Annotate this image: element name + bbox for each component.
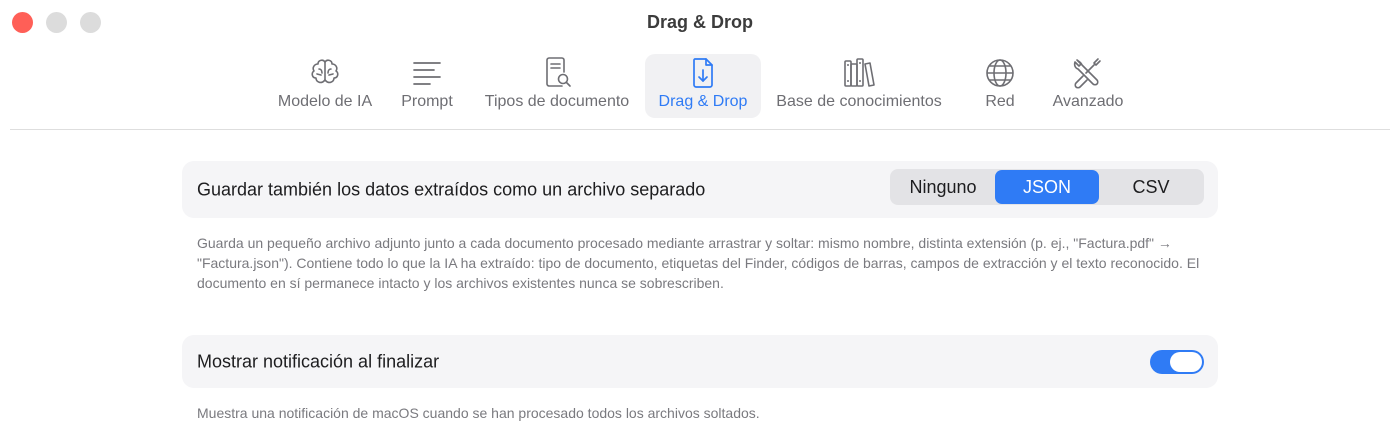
document-download-icon <box>684 54 722 92</box>
notification-toggle[interactable] <box>1150 350 1204 374</box>
brain-icon <box>306 54 344 92</box>
tools-icon <box>1069 54 1107 92</box>
document-search-icon <box>538 54 576 92</box>
toggle-knob <box>1170 352 1202 372</box>
tab-tipos-de-documento[interactable]: Tipos de documento <box>474 54 640 118</box>
tab-modelo-de-ia[interactable]: Modelo de IA <box>270 54 380 118</box>
tab-label: Prompt <box>401 93 453 110</box>
window-title: Drag & Drop <box>646 12 753 32</box>
notification-description: Muestra una notificación de macOS cuando… <box>197 405 760 421</box>
export-format-row: Guardar también los datos extraídos como… <box>182 161 1218 218</box>
tab-prompt[interactable]: Prompt <box>393 54 461 118</box>
books-icon <box>840 54 878 92</box>
notification-row: Mostrar notificación al finalizar <box>182 335 1218 388</box>
tab-label: Avanzado <box>1052 93 1124 110</box>
tab-avanzado[interactable]: Avanzado <box>1046 54 1130 118</box>
tab-label: Tipos de documento <box>484 93 630 110</box>
notification-label: Mostrar notificación al finalizar <box>197 351 440 371</box>
tab-base-de-conocimientos[interactable]: Base de conocimientos <box>766 54 952 118</box>
preferences-toolbar: Modelo de IA Prompt Tipos de documento D… <box>0 54 1400 120</box>
toolbar-divider <box>10 129 1390 130</box>
segment-csv[interactable]: CSV <box>1099 170 1203 204</box>
tab-label: Modelo de IA <box>277 93 373 110</box>
tab-drag-and-drop[interactable]: Drag & Drop <box>645 54 761 118</box>
export-format-label: Guardar también los datos extraídos como… <box>197 179 706 199</box>
text-lines-icon <box>408 54 446 92</box>
tab-red[interactable]: Red <box>975 54 1025 118</box>
tab-label: Base de conocimientos <box>776 93 942 110</box>
tab-label: Red <box>985 93 1015 110</box>
tab-label: Drag & Drop <box>658 93 748 110</box>
settings-window: Drag & Drop Modelo de IA Prompt Tipos de… <box>0 0 1400 439</box>
export-format-segmented-control[interactable]: Ninguno JSON CSV <box>890 169 1204 205</box>
globe-icon <box>981 54 1019 92</box>
export-format-description: Guarda un pequeño archivo adjunto junto … <box>197 235 1200 291</box>
segment-ninguno[interactable]: Ninguno <box>891 170 995 204</box>
segment-json[interactable]: JSON <box>995 170 1099 204</box>
